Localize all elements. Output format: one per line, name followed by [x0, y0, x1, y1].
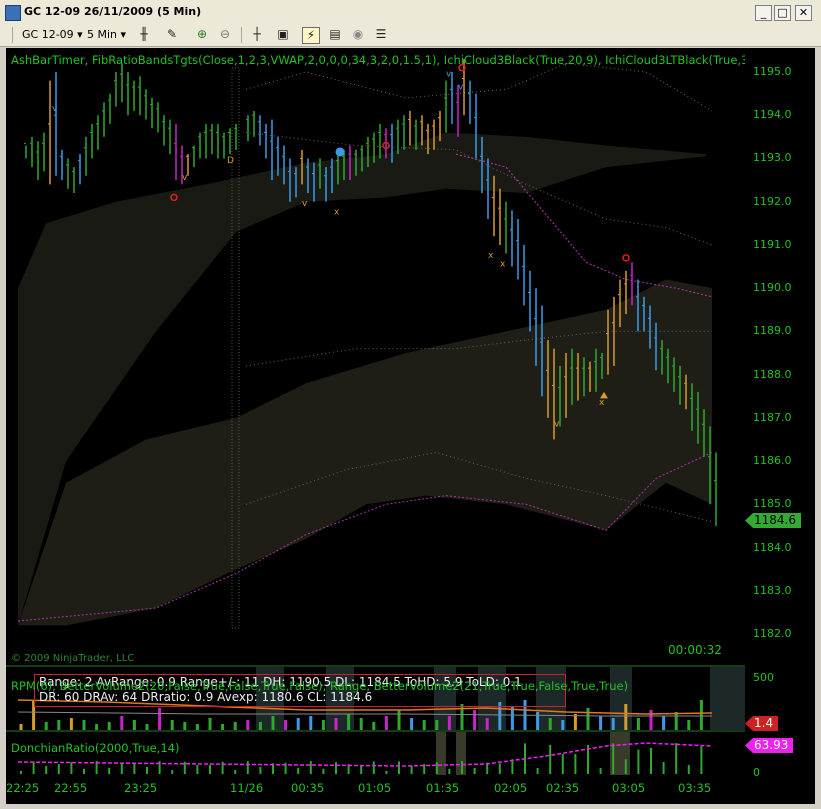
instrument-selector[interactable]: GC 12-09 ▾	[22, 26, 83, 43]
price-tick: 1195.0	[753, 65, 792, 78]
bar-marker-label: x	[599, 398, 605, 408]
time-tick: 01:05	[358, 781, 392, 795]
time-tick: 01:35	[426, 781, 460, 795]
price-tick: 1192.0	[753, 194, 792, 208]
volume-zone	[710, 667, 745, 730]
toolbar-separator	[241, 27, 242, 43]
chart-app-icon	[5, 5, 21, 21]
bar-marker-label: v	[302, 199, 308, 209]
time-tick: 02:35	[546, 781, 580, 795]
instrument-label: GC 12-09	[22, 28, 74, 41]
bar-marker-label: D	[227, 156, 234, 166]
price-tick: 1184.0	[753, 540, 792, 554]
price-axis[interactable]: 1195.0 1194.0 1193.0 1192.0 1191.0 1190.0 1189…	[745, 48, 815, 779]
price-tick: 1190.0	[753, 281, 792, 295]
bar-marker-label: x	[488, 251, 494, 261]
time-tick: 03:05	[612, 781, 646, 795]
title-bar: GC 12-09 26/11/2009 (5 Min) _ □ ✕	[0, 0, 821, 25]
ratio-indicators-label: DonchianRatio(2000,True,14)	[11, 741, 180, 755]
chart-trader-icon[interactable]: ☰	[373, 27, 389, 42]
time-tick: 00:35	[291, 781, 325, 795]
bar-type-icon[interactable]: ╫	[136, 27, 152, 42]
copyright-label: © 2009 NinjaTrader, LLC	[11, 653, 135, 664]
price-tick: 1193.0	[753, 151, 792, 165]
interval-label: 5 Min	[87, 28, 118, 41]
ichimoku-cloud	[18, 132, 712, 626]
minimize-button[interactable]: _	[755, 5, 772, 21]
ratio-value-marker: 63.93	[745, 738, 794, 753]
bar-marker-label: x	[500, 260, 506, 270]
bar-timer-label: 00:00:32	[668, 643, 722, 657]
price-tick: 1187.0	[753, 410, 792, 424]
close-button[interactable]: ✕	[795, 5, 812, 21]
volume-indicators-label: RPM(6), BetterVolume2(20,False,True,Fals…	[11, 679, 629, 693]
price-tick: 1191.0	[753, 237, 792, 251]
bar-marker-label: v	[554, 419, 560, 429]
price-tick: 1189.0	[753, 324, 792, 338]
time-tick: 23:25	[124, 781, 158, 795]
chart-canvas[interactable]: vvxxxvxDvvv	[6, 48, 745, 776]
bar-marker-label: v	[446, 69, 452, 79]
price-tick: 1194.0	[753, 108, 792, 122]
volume-tick-500: 500	[753, 671, 774, 684]
chart-area[interactable]: vvxxxvxDvvv AshBarTimer, FibRatioBandsTg…	[6, 48, 759, 776]
bar-marker-label: v	[52, 104, 58, 114]
bar-marker-label: v	[458, 82, 464, 92]
data-box-icon[interactable]: ◉	[350, 27, 366, 42]
price-tick: 1188.0	[753, 367, 792, 381]
time-tick: 03:35	[678, 781, 712, 795]
time-tick: 11/26	[230, 781, 264, 795]
indicators-icon[interactable]: ⚡	[302, 27, 320, 44]
drawing-tool-icon[interactable]: ✎	[164, 27, 180, 42]
price-tick: 1185.0	[753, 497, 792, 511]
properties-icon[interactable]: ▣	[275, 27, 291, 42]
window-title: GC 12-09 26/11/2009 (5 Min)	[24, 5, 202, 18]
maximize-button[interactable]: □	[774, 5, 791, 21]
price-tick: 1182.0	[753, 627, 792, 640]
chart-toolbar: GC 12-09 ▾ 5 Min ▾ ╫ ✎ ⊕ ⊖ ┼ ▣ ⚡ ▤ ◉ ☰	[0, 24, 821, 47]
signal-dot	[622, 254, 630, 262]
price-tick: 1183.0	[753, 583, 792, 597]
price-indicators-label: AshBarTimer, FibRatioBandsTgts(Close,1,2…	[11, 53, 760, 67]
bar-marker-label: v	[182, 173, 188, 183]
time-tick: 02:05	[494, 781, 528, 795]
time-tick: 22:25	[6, 781, 40, 795]
last-price-marker: 1184.6	[745, 513, 801, 528]
price-tick: 1186.0	[753, 454, 792, 468]
strategies-icon[interactable]: ▤	[327, 27, 343, 42]
time-axis[interactable]: 22:25 22:55 23:25 11/26 00:35 01:05 01:35 02:05…	[6, 776, 815, 804]
pivot-marker	[335, 147, 345, 157]
bar-marker-label: x	[334, 208, 340, 218]
interval-selector[interactable]: 5 Min ▾	[87, 26, 126, 43]
zoom-in-icon[interactable]: ⊕	[194, 27, 210, 42]
volume-value-marker: 1.4	[745, 716, 779, 731]
fib-band-upper	[245, 62, 713, 112]
crosshair-icon[interactable]: ┼	[247, 27, 267, 42]
zoom-out-icon[interactable]: ⊖	[217, 27, 233, 42]
time-tick: 22:55	[54, 781, 88, 795]
toolbar-grip	[12, 27, 13, 43]
